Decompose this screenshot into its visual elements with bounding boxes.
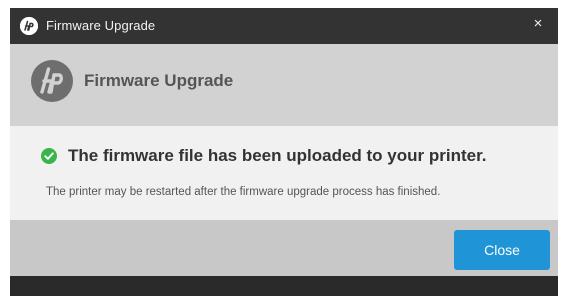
window-title: Firmware Upgrade	[46, 18, 156, 33]
dialog-header: Firmware Upgrade	[10, 44, 558, 126]
header-title: Firmware Upgrade	[84, 71, 234, 90]
firmware-upgrade-dialog: Firmware Upgrade × Firmware Upgrade The …	[10, 8, 558, 296]
hp-logo-icon	[20, 17, 38, 35]
dialog-footer: Close	[10, 220, 558, 276]
message-panel: The firmware file has been uploaded to y…	[10, 126, 558, 220]
close-icon[interactable]: ×	[528, 14, 548, 34]
dialog-bottom-strip	[10, 276, 558, 296]
check-circle-icon	[41, 148, 57, 164]
dialog-titlebar: Firmware Upgrade ×	[10, 8, 558, 44]
close-button[interactable]: Close	[454, 230, 550, 270]
hp-logo-icon	[30, 59, 74, 103]
message-detail: The printer may be restarted after the f…	[46, 186, 441, 198]
message-heading: The firmware file has been uploaded to y…	[68, 146, 487, 165]
